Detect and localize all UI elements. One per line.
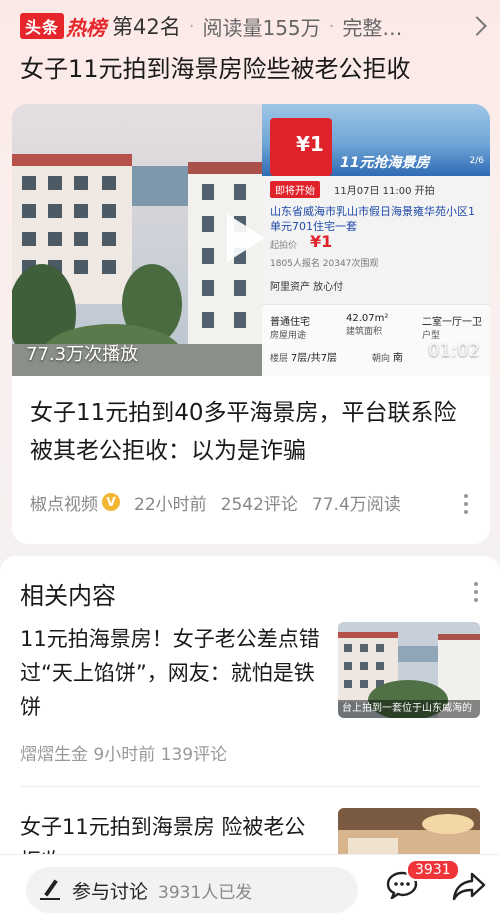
related-more-options-icon[interactable] xyxy=(474,582,478,602)
full-list-link[interactable]: 完整… xyxy=(342,12,402,41)
toutiao-logo: 头条 xyxy=(20,13,65,39)
video-player[interactable]: ¥1 11元抢海景房 2/6 即将开始 11月07日 11:00 开拍 山东省威… xyxy=(12,104,490,376)
ad-start-time: 11月07日 11:00 开拍 xyxy=(334,186,435,197)
related-item-title[interactable]: 11元拍海景房！女子老公差点错过“天上馅饼”，网友：就怕是铁饼 xyxy=(20,622,320,724)
video-frame-image xyxy=(12,104,262,376)
ad-banner: ¥1 11元抢海景房 2/6 xyxy=(262,104,490,176)
ad-page-indicator: 2/6 xyxy=(469,156,484,166)
ad-status-tag: 即将开始 xyxy=(270,181,320,198)
comment-count: 2542评论 xyxy=(220,494,298,515)
hot-list-logo: 热榜 xyxy=(66,15,107,40)
item-divider xyxy=(20,786,480,787)
ad-cell-area: 42.07m² 建筑面积 xyxy=(346,313,389,337)
play-icon[interactable] xyxy=(227,214,265,262)
video-duration: 01:02 xyxy=(428,340,480,361)
ad-stats: 1805人报名 20347次围观 xyxy=(270,259,379,269)
chevron-right-icon[interactable] xyxy=(467,16,487,36)
play-count: 77.3万次播放 xyxy=(26,344,139,365)
ad-brand: 阿里资产 放心付 xyxy=(270,282,344,293)
hot-list-bar[interactable]: 头条 热榜 第42名 · 阅读量155万 · 完整… xyxy=(0,0,500,52)
related-item-meta: 熠熠生金 9小时前 139评论 xyxy=(20,745,228,765)
article-meta: 椒点视频 V 22小时前 2542评论 77.4万阅读 xyxy=(30,490,401,515)
more-options-icon[interactable] xyxy=(464,494,468,514)
share-icon[interactable] xyxy=(452,871,486,901)
ad-price-label: 起拍价 xyxy=(270,241,298,251)
related-heading: 相关内容 xyxy=(20,582,116,610)
related-item-thumbnail[interactable]: 台上拍到一套位于山东威海的 xyxy=(338,622,480,718)
hot-reads-count: 阅读量155万 xyxy=(202,15,321,40)
verified-badge-icon: V xyxy=(102,493,120,511)
separator-dot: · xyxy=(188,15,195,37)
ad-cell-orientation: 朝向 南 xyxy=(372,353,403,364)
ad-price: ¥1 xyxy=(310,232,333,251)
publish-time: 22小时前 xyxy=(134,494,207,515)
ad-banner-text: 11元抢海景房 xyxy=(340,155,430,171)
author-name[interactable]: 椒点视频 xyxy=(30,490,98,515)
bottom-action-bar: 参与讨论 3931人已发 3931 xyxy=(0,854,500,920)
related-item-title-2[interactable]: 女子11元拍到海景房 险被老公拒收 xyxy=(20,810,320,858)
ad-address: 山东省威海市乳山市假日海景雍华苑小区1单元701住宅一套 xyxy=(270,205,475,233)
ad-status-row: 即将开始 11月07日 11:00 开拍 xyxy=(262,178,490,200)
separator-dot: · xyxy=(328,15,335,37)
ad-yen-label: ¥1 xyxy=(296,132,324,156)
ad-cell-layout: 二室一厅一卫 户型 xyxy=(422,317,482,341)
video-card[interactable]: ¥1 11元抢海景房 2/6 即将开始 11月07日 11:00 开拍 山东省威… xyxy=(12,104,490,544)
ad-cell-floor: 楼层 7层/共7层 xyxy=(270,353,337,364)
article-title[interactable]: 女子11元拍到40多平海景房，平台联系险被其老公拒收：以为是诈骗 xyxy=(30,394,470,470)
read-count: 77.4万阅读 xyxy=(311,494,401,515)
ad-cell-usage: 普通住宅 房屋用途 xyxy=(270,317,310,341)
join-discussion-input[interactable]: 参与讨论 3931人已发 xyxy=(26,867,358,913)
hot-topic-title[interactable]: 女子11元拍到海景房险些被老公拒收 xyxy=(20,52,490,92)
auction-ad-frame: ¥1 11元抢海景房 2/6 即将开始 11月07日 11:00 开拍 山东省威… xyxy=(262,104,490,376)
hot-rank: 第42名 xyxy=(112,15,181,39)
pen-icon xyxy=(40,879,62,901)
discussion-label: 参与讨论 xyxy=(72,880,149,903)
thumbnail-caption: 台上拍到一套位于山东威海的 xyxy=(338,700,480,718)
discussion-count: 3931人已发 xyxy=(158,882,253,903)
